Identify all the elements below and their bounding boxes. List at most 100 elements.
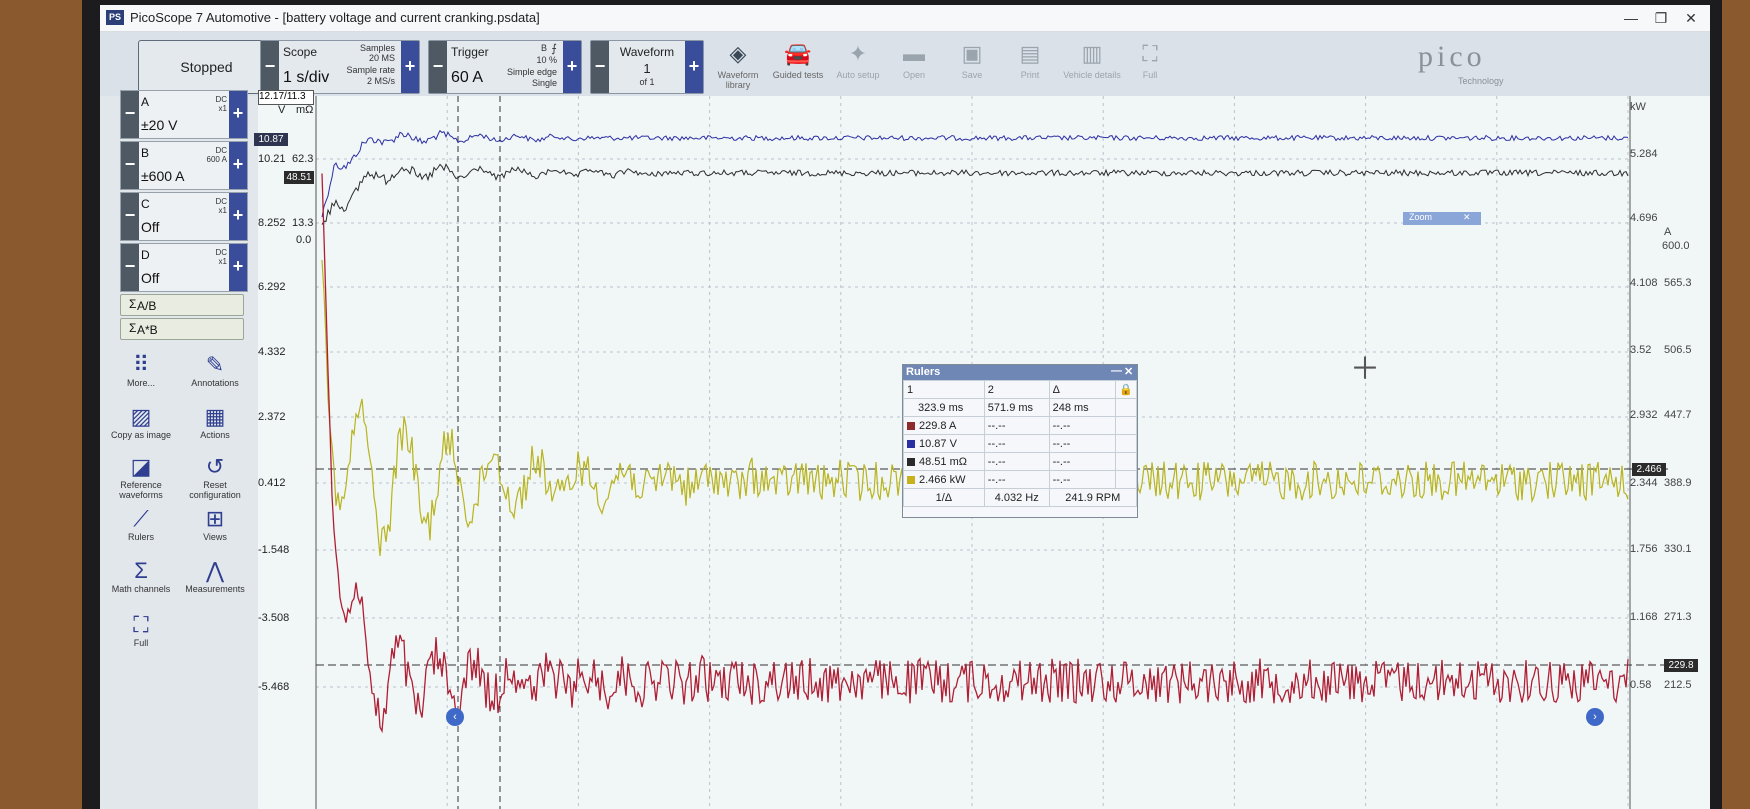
waveform-label: Waveform — [619, 45, 675, 59]
channel-c-control[interactable]: − C DC x1 Off + — [120, 192, 248, 241]
math-channel-a-div-b[interactable]: Σ A/B — [120, 294, 244, 316]
math-channel-a-times-b[interactable]: Σ A*B — [120, 318, 244, 340]
kw-tick: 0.58 — [1630, 679, 1652, 691]
trigger-level[interactable]: 60 A — [451, 69, 483, 87]
v-tick: 8.252 — [258, 217, 286, 229]
restore-button[interactable]: ❐ — [1646, 7, 1676, 29]
channel-d-increase-button[interactable]: + — [229, 244, 247, 291]
minimize-button[interactable]: — — [1616, 7, 1646, 29]
timebase-decrease-button[interactable]: − — [261, 41, 279, 93]
views-button[interactable]: ⊞ Views — [178, 506, 252, 556]
zoom-close-icon[interactable]: ✕ — [1463, 212, 1471, 223]
annotations-icon: ✎ — [205, 352, 225, 377]
trigger-pretrigger: 10 % — [536, 55, 557, 65]
trigger-decrease-button[interactable]: − — [429, 41, 447, 93]
trigger-label: Trigger — [451, 45, 489, 59]
trigger-mode[interactable]: Single — [532, 78, 557, 88]
table-row: 48.51 mΩ --.-- --.-- — [903, 452, 1137, 471]
auto-setup-button[interactable]: ✦ Auto setup — [826, 36, 890, 94]
rulers-button[interactable]: ⟋ Rulers — [104, 506, 178, 556]
rulers-minimize-icon[interactable]: — — [1111, 365, 1122, 377]
actions-button[interactable]: ▦ Actions — [178, 404, 252, 454]
ruler-2-time[interactable]: 571.9 ms — [983, 398, 1050, 417]
reference-waveforms-button[interactable]: ◪ Reference waveforms — [104, 454, 178, 504]
channel-b-control[interactable]: − B DC 600 A ±600 A + — [120, 141, 248, 190]
ruler-1-handle[interactable]: ‹ — [446, 708, 464, 726]
channel-b-increase-button[interactable]: + — [229, 142, 247, 189]
views-grid-icon: ⊞ — [205, 506, 225, 531]
vehicle-details-button[interactable]: ▥ Vehicle details — [1060, 36, 1124, 94]
channel-c-decrease-button[interactable]: − — [121, 193, 139, 240]
timebase-increase-button[interactable]: + — [401, 41, 419, 93]
scope-group: − Scope 1 s/div Samples 20 MS Sample rat… — [260, 40, 420, 94]
channel-c-coupling[interactable]: DC x1 — [215, 197, 227, 215]
ruler-1-time[interactable]: 323.9 ms — [903, 398, 985, 417]
math-channels-button[interactable]: Σ Math channels — [104, 558, 178, 608]
table-row: 10.87 V --.-- --.-- — [903, 434, 1137, 453]
annotations-button[interactable]: ✎ Annotations — [178, 352, 252, 402]
channel-a-decrease-button[interactable]: − — [121, 91, 139, 138]
open-button[interactable]: ▬ Open — [882, 36, 946, 94]
reference-waveform-icon: ◪ — [130, 454, 152, 479]
samples-value[interactable]: 20 MS — [369, 53, 395, 63]
scope-plot[interactable]: 12.17/11.3 V mΩ 10.21 8.252 6.292 4.332 … — [254, 90, 1710, 809]
lock-icon[interactable]: 🔒 — [1115, 380, 1137, 399]
ruler-2-handle[interactable]: › — [1586, 708, 1604, 726]
waveform-next-button[interactable]: + — [685, 41, 703, 93]
v-tick: 6.292 — [258, 281, 286, 293]
channel-a-control[interactable]: − A DC x1 ±20 V + — [120, 90, 248, 139]
power-ruler-tag[interactable]: 2.466 — [1632, 463, 1666, 476]
save-button[interactable]: ▣ Save — [940, 36, 1004, 94]
voltage-ruler-tag[interactable]: 10.87 — [254, 133, 288, 146]
a-tick: 212.5 — [1664, 679, 1692, 691]
sample-rate-value[interactable]: 2 MS/s — [367, 76, 395, 86]
print-button[interactable]: ▤ Print — [998, 36, 1062, 94]
current-ruler-tag[interactable]: 229.8 — [1664, 659, 1698, 672]
trigger-type[interactable]: Simple edge — [507, 67, 557, 77]
channel-d-range[interactable]: Off — [141, 270, 159, 286]
full-screen-button[interactable]: ⛶ Full — [1118, 36, 1182, 94]
channel-c-increase-button[interactable]: + — [229, 193, 247, 240]
channel-d-decrease-button[interactable]: − — [121, 244, 139, 291]
rulers-panel[interactable]: Rulers — ✕ 1 2 Δ 🔒 323.9 ms 571.9 ms 248… — [902, 364, 1138, 518]
waveform-library-icon: ◈ — [729, 41, 747, 66]
channel-a-coupling[interactable]: DC x1 — [215, 95, 227, 113]
picoscope-window: PS PicoScope 7 Automotive - [battery vol… — [100, 5, 1710, 809]
resistance-ruler-tag[interactable]: 48.51 — [284, 171, 314, 184]
trigger-channel: B — [540, 43, 547, 53]
guided-tests-button[interactable]: 🚘 Guided tests — [766, 36, 830, 94]
channel-a-increase-button[interactable]: + — [229, 91, 247, 138]
waveform-count: of 1 — [639, 77, 655, 87]
copy-as-image-button[interactable]: ▨ Copy as image — [104, 404, 178, 454]
kw-tick: 1.168 — [1630, 611, 1658, 623]
zoom-overview-panel[interactable]: Zoom ✕ — [1403, 212, 1481, 225]
kw-tick: 4.696 — [1630, 212, 1658, 224]
channel-b-decrease-button[interactable]: − — [121, 142, 139, 189]
waveform-library-button[interactable]: ◈ Waveform library — [706, 36, 770, 94]
more-button[interactable]: ⠿ More... — [104, 352, 178, 402]
frequency-label: 1/Δ — [903, 488, 985, 507]
timebase-value[interactable]: 1 s/div — [283, 69, 329, 87]
kw-tick: 2.344 — [1630, 477, 1658, 489]
channel-b-range[interactable]: ±600 A — [141, 168, 185, 184]
reset-configuration-button[interactable]: ↺ Reset configuration — [178, 454, 252, 504]
fullscreen-icon: ⛶ — [1142, 41, 1158, 66]
waveform-prev-button[interactable]: − — [591, 41, 609, 93]
trigger-increase-button[interactable]: + — [563, 41, 581, 93]
channel-b-coupling[interactable]: DC 600 A — [207, 146, 227, 164]
channel-d-coupling[interactable]: DC x1 — [215, 248, 227, 266]
measurements-button[interactable]: ⋀ Measurements — [178, 558, 252, 608]
pico-logo: pico — [1418, 40, 1486, 73]
run-stop-button[interactable]: Stopped — [138, 40, 275, 94]
rulers-close-icon[interactable]: ✕ — [1124, 365, 1133, 378]
channel-c-range[interactable]: Off — [141, 219, 159, 235]
channel-d-control[interactable]: − D DC x1 Off + — [120, 243, 248, 292]
full-view-button[interactable]: ⛶ Full — [104, 612, 178, 662]
channel-a-range[interactable]: ±20 V — [141, 117, 177, 133]
title-bar: PS PicoScope 7 Automotive - [battery vol… — [100, 5, 1710, 32]
waveform-index[interactable]: 1 — [611, 61, 683, 76]
close-button[interactable]: ✕ — [1676, 7, 1706, 29]
scope-label: Scope — [283, 45, 318, 59]
samples-label: Samples — [359, 43, 395, 53]
rulers-panel-header[interactable]: Rulers — ✕ — [903, 365, 1137, 380]
